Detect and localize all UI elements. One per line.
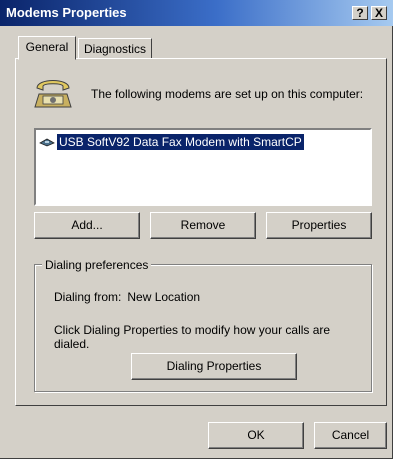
- dialing-from-row: Dialing from: New Location: [54, 290, 206, 304]
- title-bar[interactable]: Modems Properties ? X: [0, 0, 393, 26]
- dialing-preferences-label: Dialing preferences: [42, 258, 152, 272]
- modem-icon: [39, 138, 55, 147]
- dialing-properties-button[interactable]: Dialing Properties: [131, 353, 297, 380]
- help-button[interactable]: ?: [352, 6, 368, 20]
- tab-general[interactable]: General: [18, 36, 76, 60]
- modems-properties-dialog: Modems Properties ? X Diagnostics Genera…: [0, 0, 393, 459]
- list-item[interactable]: USB SoftV92 Data Fax Modem with SmartCP: [39, 134, 304, 150]
- remove-button[interactable]: Remove: [150, 212, 256, 239]
- dialing-description: Click Dialing Properties to modify how y…: [54, 323, 331, 351]
- modems-intro-text: The following modems are set up on this …: [91, 87, 364, 101]
- phone-icon: [34, 80, 72, 108]
- dialing-from-label: Dialing from:: [54, 290, 122, 304]
- close-button[interactable]: X: [371, 6, 387, 20]
- window-title: Modems Properties: [6, 5, 127, 20]
- dialing-from-value: New Location: [127, 290, 201, 304]
- modems-listbox[interactable]: USB SoftV92 Data Fax Modem with SmartCP: [34, 128, 372, 206]
- ok-button[interactable]: OK: [208, 422, 304, 449]
- properties-button[interactable]: Properties: [266, 212, 372, 239]
- modem-name: USB SoftV92 Data Fax Modem with SmartCP: [57, 134, 304, 150]
- tab-diagnostics[interactable]: Diagnostics: [78, 38, 152, 59]
- add-button[interactable]: Add...: [34, 212, 140, 239]
- cancel-button[interactable]: Cancel: [314, 422, 387, 449]
